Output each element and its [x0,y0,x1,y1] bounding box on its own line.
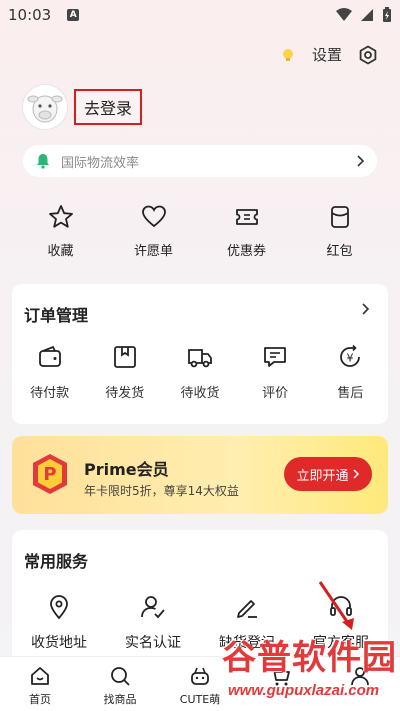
order-label: 评价 [262,386,289,401]
profile-section: 去登录 [22,84,143,130]
services-row: 收货地址 实名认证 缺货登记 官方客服 [12,594,388,652]
cart-icon [271,668,290,686]
order-review[interactable]: 评价 [243,344,307,401]
wallet-icon [38,345,61,367]
home-icon [31,667,49,685]
prime-open-button[interactable]: 立即开通 [284,457,372,491]
service-label: 实名认证 [125,635,181,651]
order-pending-payment[interactable]: 待付款 [18,344,82,401]
chevron-right-icon [352,469,359,479]
tab-home[interactable]: 首页 [0,657,80,711]
avatar[interactable] [22,84,68,130]
quick-action-label: 许愿单 [133,244,173,259]
notice-text: 国际物流效率 [61,155,140,171]
cow-mascot-icon [27,95,63,123]
prime-logo-icon: P [33,454,67,494]
quick-action-label: 红包 [326,244,353,259]
tab-label: CUTE萌 [179,693,221,706]
settings-label[interactable]: 设置 [312,44,342,65]
quick-action-label: 收藏 [47,244,74,259]
login-button[interactable]: 去登录 [74,89,143,125]
comment-icon [264,347,287,367]
search-icon [111,667,130,686]
service-address[interactable]: 收货地址 [16,594,102,652]
status-time: 10:03 [8,6,52,24]
red-packet-icon [330,206,349,228]
quick-action-coupons[interactable]: 优惠券 [210,204,284,259]
service-customer-support[interactable]: 官方客服 [298,594,384,652]
status-icons [336,7,392,23]
prime-subtitle: 年卡限时5折，尊享14大权益 [84,484,239,498]
prime-logo-letter: P [43,464,56,485]
chevron-right-icon[interactable] [360,302,370,316]
order-status-row: 待付款 待发货 待收货 评价 ¥ 售后 [12,344,388,401]
profile-icon [351,667,369,686]
location-icon [50,595,68,620]
status-bar: 10:03 A [0,0,400,30]
tab-cute[interactable]: CUTE萌 [160,657,240,711]
bottom-tab-bar: 首页 找商品 CUTE萌 [0,656,400,711]
service-out-of-stock[interactable]: 缺货登记 [204,594,290,652]
quick-action-red-packet[interactable]: 红包 [303,204,377,259]
edit-icon [237,600,257,618]
notice-bar[interactable]: 国际物流效率 [23,145,377,177]
quick-action-label: 优惠券 [226,244,266,259]
bell-icon [37,154,49,169]
order-label: 待收货 [180,386,220,401]
notification-badge: A [67,9,80,21]
service-label: 收货地址 [31,635,87,651]
tab-profile[interactable] [320,657,400,711]
wifi-icon [336,8,352,21]
tab-label: 首页 [29,693,51,706]
tab-search[interactable]: 找商品 [80,657,160,711]
headset-icon [330,596,352,616]
order-label: 待发货 [105,386,145,401]
quick-actions: 收藏 许愿单 优惠券 红包 [0,204,400,259]
cute-icon [191,667,209,685]
order-after-sales[interactable]: ¥ 售后 [318,344,382,401]
star-icon [48,205,73,228]
service-label: 缺货登记 [219,635,275,651]
tab-cart[interactable] [240,657,320,711]
orders-title: 订单管理 [24,306,89,325]
prime-button-label: 立即开通 [296,468,349,484]
svg-text:¥: ¥ [347,352,354,365]
prime-title: Prime会员 [84,460,169,479]
quick-action-wishlist[interactable]: 许愿单 [117,204,191,259]
quick-action-favorites[interactable]: 收藏 [24,204,98,259]
gear-icon[interactable] [358,45,378,65]
ticket-icon [235,209,258,225]
orders-card: 订单管理 待付款 待发货 待收货 评价 ¥ 售后 [12,284,388,424]
tab-label: 找商品 [103,693,137,706]
services-card: 常用服务 收货地址 实名认证 缺货登记 官方客服 [12,530,388,670]
service-verification[interactable]: 实名认证 [110,594,196,652]
prime-banner[interactable]: P Prime会员 年卡限时5折，尊享14大权益 立即开通 [12,436,388,514]
truck-icon [188,349,212,368]
order-label: 售后 [337,386,364,401]
header-actions: 设置 [280,44,378,65]
service-label: 官方客服 [313,635,369,651]
refund-icon: ¥ [340,344,361,367]
heart-icon [141,205,166,228]
verified-user-icon [141,596,165,619]
order-label: 待付款 [30,386,70,401]
chevron-right-icon [357,155,365,167]
services-title: 常用服务 [24,552,89,571]
lightbulb-icon[interactable] [280,47,296,63]
order-pending-shipment[interactable]: 待发货 [93,344,157,401]
box-icon [113,346,136,368]
order-pending-receipt[interactable]: 待收货 [168,344,232,401]
battery-icon [383,7,391,22]
signal-icon [361,9,373,21]
